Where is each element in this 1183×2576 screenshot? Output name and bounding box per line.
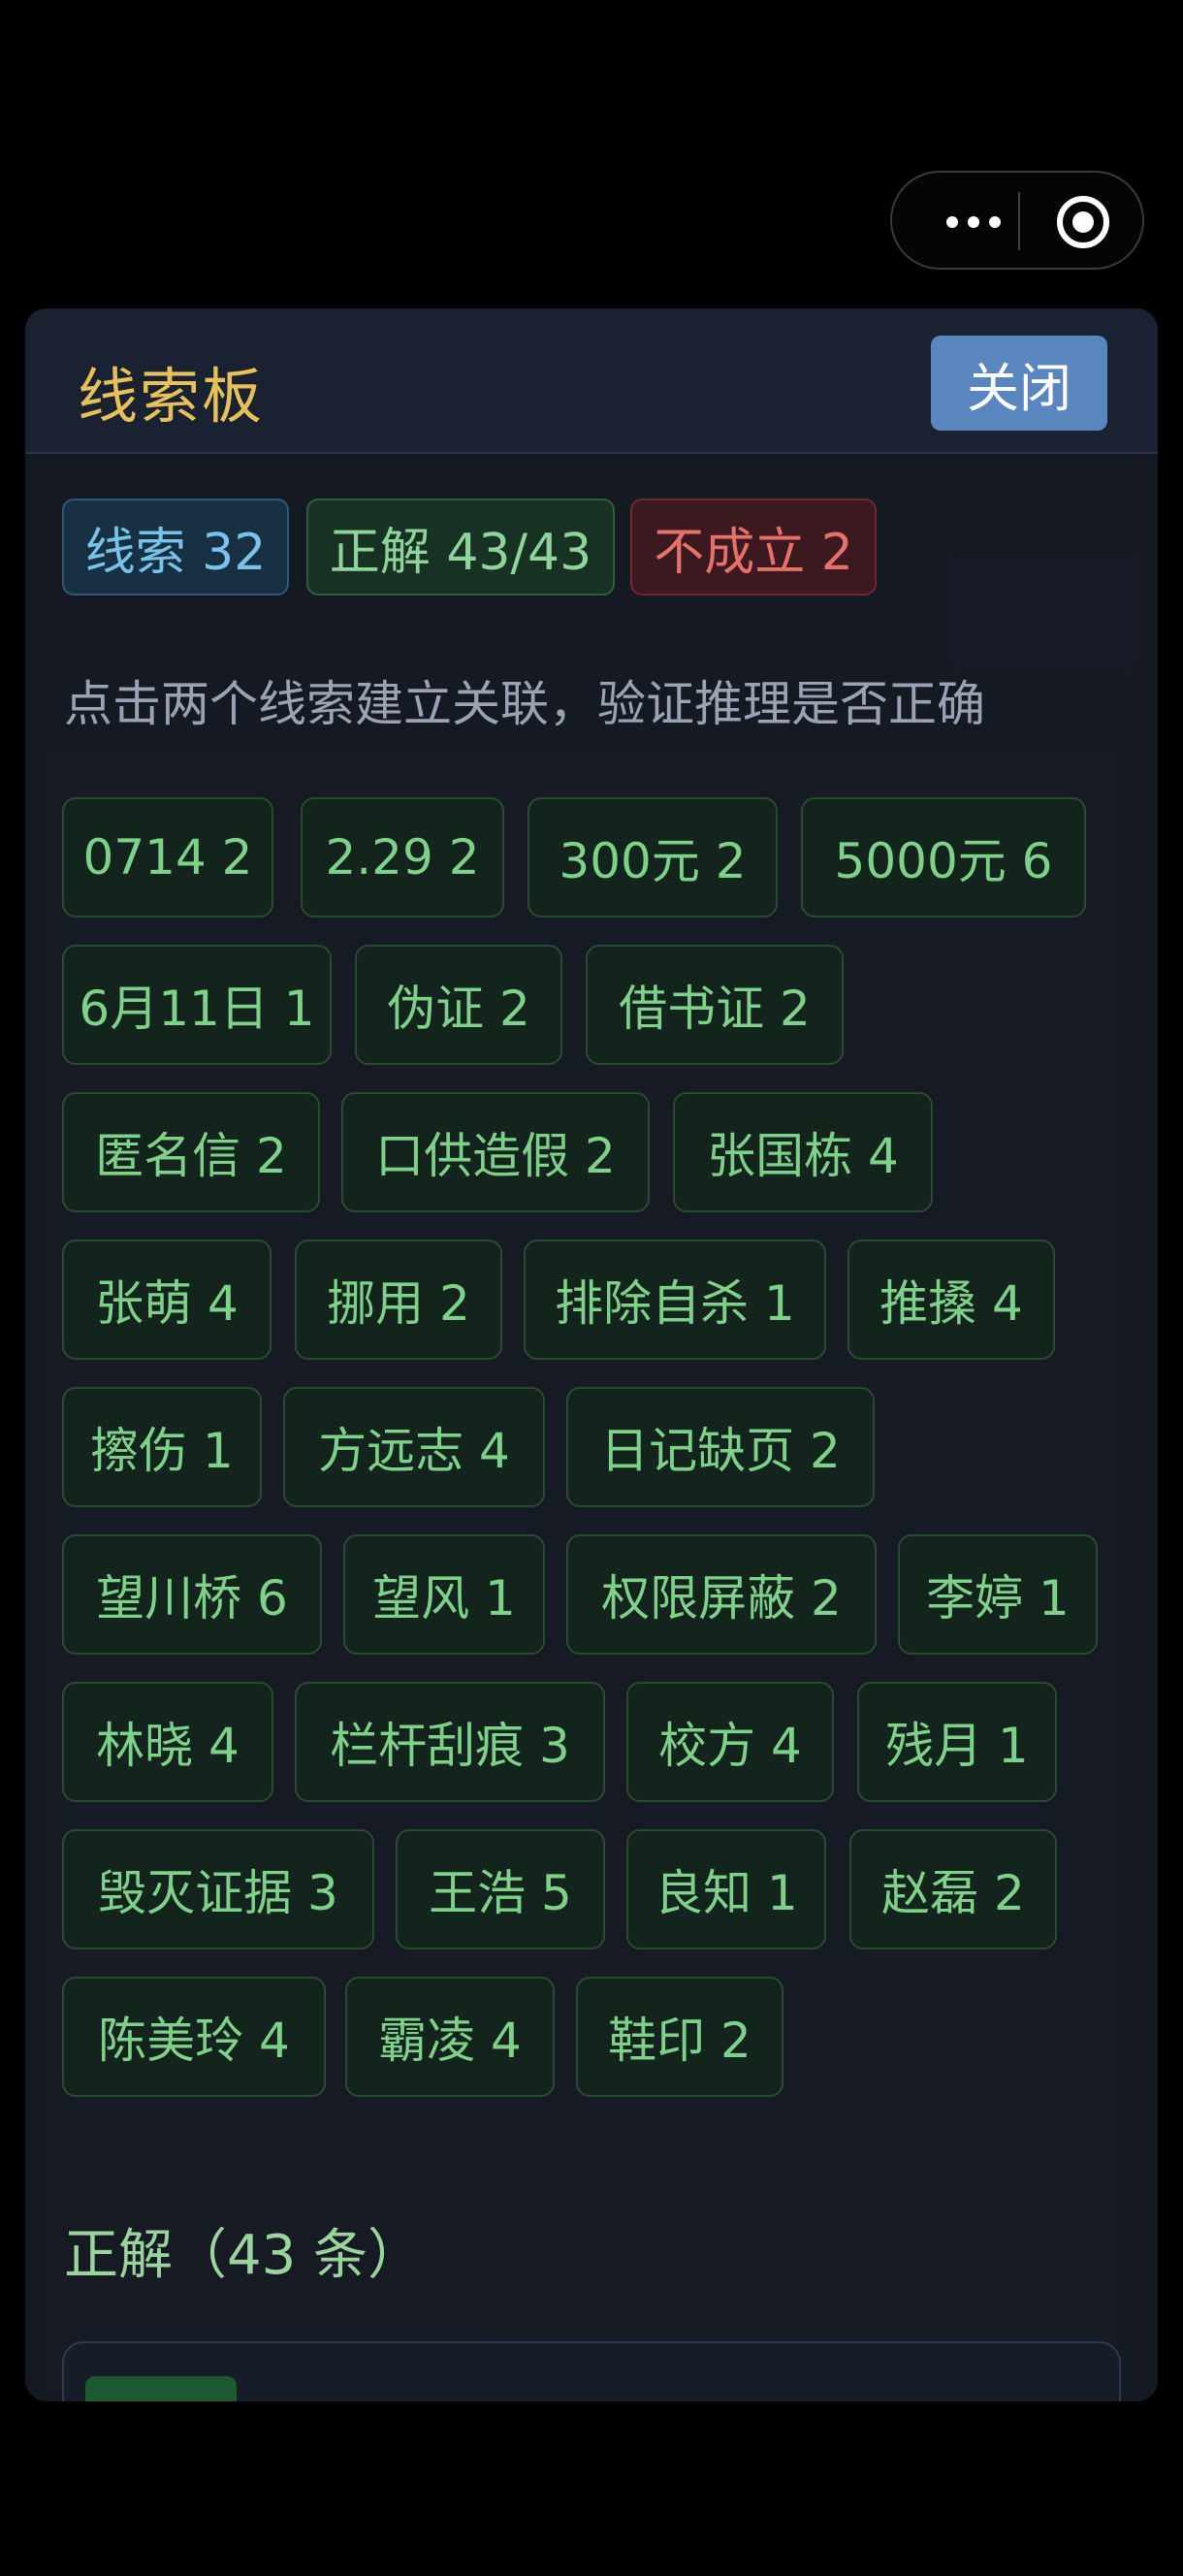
clue-chip[interactable]: 推搡 4	[847, 1240, 1055, 1360]
clue-chip[interactable]: 鞋印 2	[576, 1977, 783, 2097]
panel-header: 线索板 关闭	[25, 308, 1158, 454]
close-button[interactable]: 关闭	[931, 336, 1107, 431]
clue-chip[interactable]: 霸凌 4	[345, 1977, 555, 2097]
clue-chip[interactable]: 毁灭证据 3	[62, 1829, 374, 1949]
clue-chip[interactable]: 0714 2	[62, 797, 273, 918]
clue-chip[interactable]: 日记缺页 2	[566, 1387, 875, 1507]
panel-title: 线索板	[78, 361, 265, 432]
answers-section-title: 正解（43 条）	[64, 2224, 423, 2287]
capsule-menu	[890, 171, 1144, 270]
clue-chip[interactable]: 挪用 2	[295, 1240, 502, 1360]
clue-chip[interactable]: 残月 1	[857, 1682, 1057, 1802]
clue-chip[interactable]: 王浩 5	[396, 1829, 605, 1949]
clue-chip[interactable]: 林晓 4	[62, 1682, 273, 1802]
answer-status-tag	[85, 2376, 237, 2401]
clue-chip[interactable]: 李婷 1	[898, 1534, 1098, 1655]
correct-count-badge: 正解 43/43	[306, 499, 615, 596]
clue-chip[interactable]: 张萌 4	[62, 1240, 272, 1360]
clue-chip[interactable]: 2.29 2	[301, 797, 504, 918]
clue-chip[interactable]: 张国栋 4	[673, 1092, 933, 1212]
clue-chip[interactable]: 匿名信 2	[62, 1092, 320, 1212]
clue-chip[interactable]: 望川桥 6	[62, 1534, 322, 1655]
clue-chip[interactable]: 望风 1	[343, 1534, 545, 1655]
clue-chip[interactable]: 5000元 6	[801, 797, 1086, 918]
instruction-text: 点击两个线索建立关联，验证推理是否正确	[64, 676, 985, 732]
clue-chip[interactable]: 口供造假 2	[341, 1092, 650, 1212]
target-circle-icon[interactable]	[1057, 196, 1109, 248]
invalid-count-badge: 不成立 2	[630, 499, 877, 596]
clue-board-panel: 线索板 关闭 线索 32 正解 43/43 不成立 2 点击两个线索建立关联，验…	[25, 308, 1158, 2401]
clue-chip[interactable]: 排除自杀 1	[524, 1240, 826, 1360]
clue-chip[interactable]: 伪证 2	[355, 945, 562, 1065]
capsule-divider	[1018, 192, 1020, 250]
clue-chip[interactable]: 借书证 2	[586, 945, 844, 1065]
more-dots-icon[interactable]	[929, 173, 1016, 268]
clue-chip[interactable]: 赵磊 2	[849, 1829, 1057, 1949]
clue-chip[interactable]: 陈美玲 4	[62, 1977, 326, 2097]
clue-chip[interactable]: 300元 2	[528, 797, 778, 918]
clue-chip[interactable]: 方远志 4	[283, 1387, 545, 1507]
answer-card[interactable]	[62, 2341, 1121, 2401]
clue-chip[interactable]: 良知 1	[626, 1829, 826, 1949]
clue-chip[interactable]: 权限屏蔽 2	[566, 1534, 877, 1655]
clue-chip[interactable]: 校方 4	[626, 1682, 834, 1802]
clue-chip[interactable]: 6月11日 1	[62, 945, 332, 1065]
clue-count-badge: 线索 32	[62, 499, 289, 596]
clue-chip[interactable]: 栏杆刮痕 3	[295, 1682, 605, 1802]
clue-chip[interactable]: 擦伤 1	[62, 1387, 262, 1507]
